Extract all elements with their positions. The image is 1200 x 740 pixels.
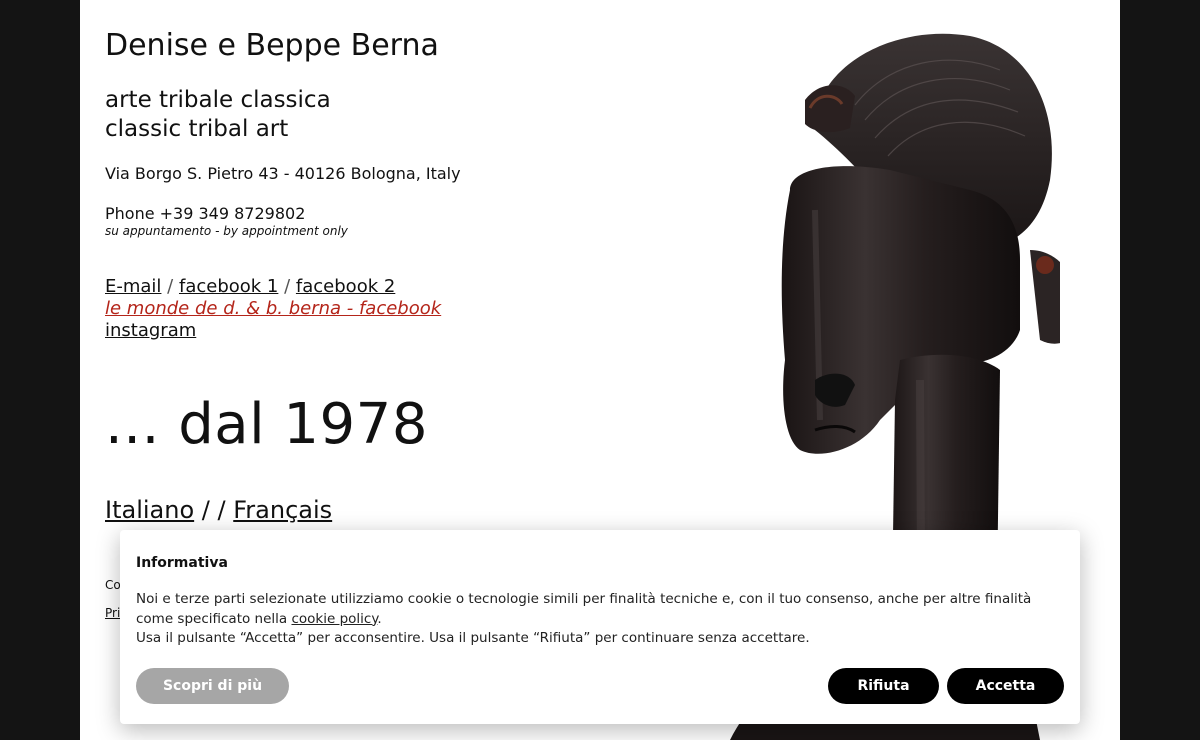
links-row-3: instagram xyxy=(105,320,441,342)
contact-links: E-mail / facebook 1 / facebook 2 le mond… xyxy=(105,276,441,342)
subtitle-italian: arte tribale classica xyxy=(105,87,331,113)
link-separator: / xyxy=(284,276,291,297)
cookie-banner: Informativa Noi e terze parti selezionat… xyxy=(120,530,1080,724)
cookie-text-part2: . xyxy=(377,610,382,627)
language-italiano-link[interactable]: Italiano xyxy=(105,496,194,524)
language-francais-link[interactable]: Français xyxy=(233,496,332,524)
appointment-note: su appuntamento - by appointment only xyxy=(105,224,348,238)
language-selector: Italiano / / Français xyxy=(105,496,332,524)
le-monde-facebook-link[interactable]: le monde de d. & b. berna - facebook xyxy=(105,298,441,319)
cookie-banner-text: Noi e terze parti selezionate utilizziam… xyxy=(136,590,1036,649)
link-separator: / xyxy=(167,276,174,297)
address: Via Borgo S. Pietro 43 - 40126 Bologna, … xyxy=(105,164,461,183)
reject-button[interactable]: Rifiuta xyxy=(828,668,939,704)
facebook-2-link[interactable]: facebook 2 xyxy=(296,276,395,297)
learn-more-button[interactable]: Scopri di più xyxy=(136,668,289,704)
since-1978-heading: ... dal 1978 xyxy=(105,392,428,457)
language-separator: / / xyxy=(201,496,226,524)
site-title: Denise e Beppe Berna xyxy=(105,28,439,63)
cookie-text-part1: Noi e terze parti selezionate utilizziam… xyxy=(136,591,1032,627)
accept-button[interactable]: Accetta xyxy=(947,668,1064,704)
links-row-2: le monde de d. & b. berna - facebook xyxy=(105,298,441,320)
phone-number: Phone +39 349 8729802 xyxy=(105,204,306,223)
email-link[interactable]: E-mail xyxy=(105,276,161,297)
instagram-link[interactable]: instagram xyxy=(105,320,196,341)
cookie-banner-title: Informativa xyxy=(136,555,228,571)
facebook-1-link[interactable]: facebook 1 xyxy=(179,276,278,297)
subtitle: arte tribale classica classic tribal art xyxy=(105,86,331,144)
subtitle-english: classic tribal art xyxy=(105,116,289,142)
cookie-policy-link[interactable]: cookie policy xyxy=(291,611,377,627)
footer-copyright-snippet: Co xyxy=(105,578,121,592)
cookie-text-line2: Usa il pulsante “Accetta” per acconsenti… xyxy=(136,630,810,646)
links-row-1: E-mail / facebook 1 / facebook 2 xyxy=(105,276,441,298)
